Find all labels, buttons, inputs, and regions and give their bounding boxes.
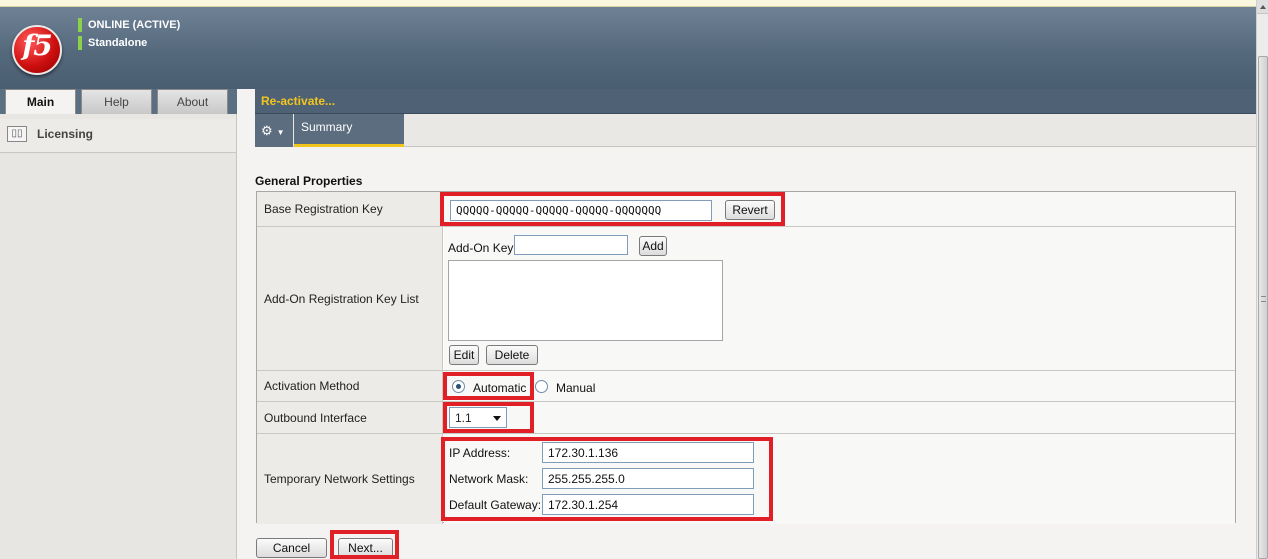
addon-list-label: Add-On Registration Key List	[264, 291, 419, 306]
panel-titlebar: Re-activate...	[255, 89, 1256, 114]
sidebar-item-licensing[interactable]: ▯▯ Licensing	[0, 119, 236, 153]
row-addon-keys: Add-On Registration Key List Add-On Key …	[257, 227, 1235, 371]
f5-logo: f5	[12, 25, 62, 75]
manual-label: Manual	[556, 381, 596, 395]
chevron-down-icon: ▼	[276, 128, 285, 137]
status-online: ONLINE (ACTIVE)	[78, 18, 180, 32]
manual-radio[interactable]	[535, 380, 548, 393]
scroll-thumb[interactable]	[1258, 56, 1268, 559]
addon-key-listbox[interactable]	[448, 260, 723, 341]
addon-key-input[interactable]	[514, 235, 628, 255]
row-outbound-interface: Outbound Interface 1.1	[257, 402, 1235, 434]
top-info-band	[0, 0, 1256, 7]
highlight-next	[330, 530, 399, 559]
temp-network-label: Temporary Network Settings	[264, 472, 415, 486]
sidebar: ▯▯ Licensing	[0, 114, 237, 559]
app-header: f5 ONLINE (ACTIVE) Standalone	[0, 7, 1256, 89]
scroll-up-icon[interactable]	[1257, 0, 1268, 14]
tab-help[interactable]: Help	[81, 89, 152, 114]
vertical-scrollbar[interactable]	[1256, 0, 1268, 559]
add-button[interactable]: Add	[639, 236, 667, 256]
highlight-outbound	[443, 402, 534, 433]
row-activation-method: Activation Method Automatic Manual	[257, 371, 1235, 402]
page-title: Re-activate...	[261, 94, 336, 108]
sub-tab-bar: ⚙ ▼ Summary	[255, 114, 1256, 147]
gear-menu-button[interactable]: ⚙ ▼	[255, 114, 293, 147]
addon-key-label: Add-On Key	[448, 241, 514, 255]
outbound-label: Outbound Interface	[264, 410, 367, 425]
cancel-button[interactable]: Cancel	[256, 538, 327, 558]
tab-about[interactable]: About	[157, 89, 228, 114]
highlight-network	[441, 437, 773, 521]
main-tab-bar: Main Help About	[0, 89, 237, 115]
section-title: General Properties	[255, 174, 363, 188]
tab-summary[interactable]: Summary	[294, 114, 404, 147]
license-icon: ▯▯	[7, 126, 27, 142]
gear-icon: ⚙	[261, 123, 273, 138]
grip-icon	[1261, 296, 1266, 302]
highlight-activation	[443, 372, 534, 400]
sidebar-item-label: Licensing	[37, 127, 94, 141]
logo-text: f5	[22, 29, 53, 62]
edit-button[interactable]: Edit	[449, 345, 479, 365]
delete-button[interactable]: Delete	[486, 345, 538, 365]
status-standalone: Standalone	[78, 36, 147, 50]
activation-label: Activation Method	[264, 379, 360, 393]
base-key-label: Base Registration Key	[264, 202, 383, 216]
tab-main[interactable]: Main	[5, 89, 76, 115]
highlight-base-key	[440, 192, 785, 226]
